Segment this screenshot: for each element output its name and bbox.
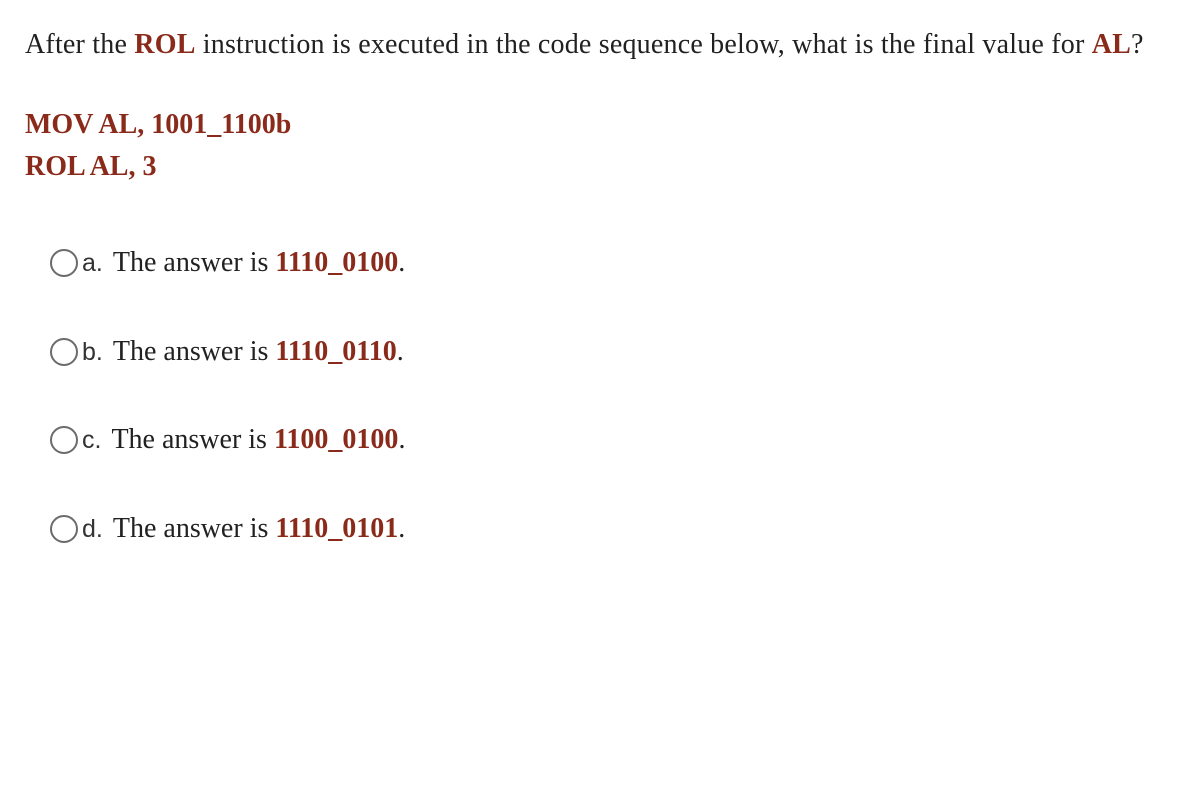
option-d[interactable]: d. The answer is 1110_0101. [50,509,1175,550]
option-text: The answer is 1110_0110. [113,332,404,373]
option-value: 1110_0101 [275,513,398,544]
option-letter: b. [82,334,103,370]
option-lead: The answer is [113,336,276,367]
options-list: a. The answer is 1110_0100. b. The answe… [25,243,1175,549]
code-line-2: ROL AL, 3 [25,146,1175,188]
option-tail: . [398,513,405,544]
option-value: 1110_0100 [275,247,398,278]
option-text: The answer is 1100_0100. [111,420,405,461]
option-b[interactable]: b. The answer is 1110_0110. [50,332,1175,373]
option-value: 1100_0100 [274,424,398,455]
option-letter: c. [82,422,101,458]
code-block: MOV AL, 1001_1100b ROL AL, 3 [25,104,1175,188]
option-letter: a. [82,245,103,281]
option-letter: d. [82,511,103,547]
option-a[interactable]: a. The answer is 1110_0100. [50,243,1175,284]
question-mid: instruction is executed in the code sequ… [196,29,1092,60]
option-value: 1110_0110 [275,336,396,367]
option-text: The answer is 1110_0100. [113,243,405,284]
question-suffix: ? [1131,29,1144,60]
question-text: After the ROL instruction is executed in… [25,20,1175,69]
radio-icon[interactable] [50,426,78,454]
radio-icon[interactable] [50,338,78,366]
option-tail: . [397,336,404,367]
question-prefix: After the [25,29,134,60]
code-line-1: MOV AL, 1001_1100b [25,104,1175,146]
register-name: AL [1092,29,1131,60]
option-c[interactable]: c. The answer is 1100_0100. [50,420,1175,461]
option-tail: . [398,247,405,278]
instruction-name: ROL [134,29,195,60]
option-lead: The answer is [113,513,276,544]
option-text: The answer is 1110_0101. [113,509,405,550]
option-lead: The answer is [111,424,274,455]
radio-icon[interactable] [50,515,78,543]
option-lead: The answer is [113,247,276,278]
option-tail: . [398,424,405,455]
radio-icon[interactable] [50,249,78,277]
